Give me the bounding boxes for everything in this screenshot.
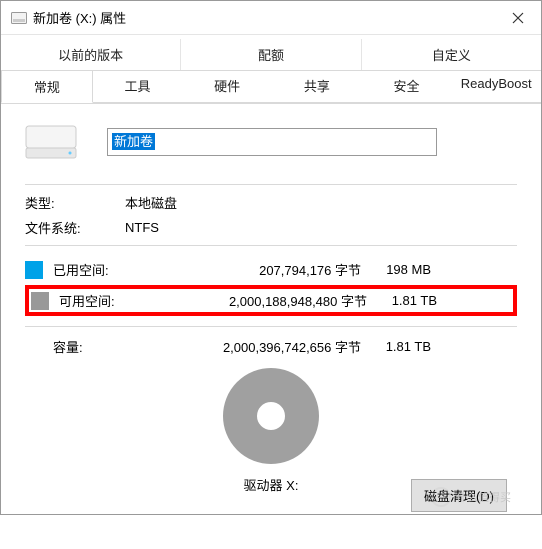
- capacity-human: 1.81 TB: [361, 339, 431, 354]
- tabs-row-1: 以前的版本 配额 自定义: [1, 39, 541, 71]
- pie-chart-area: 驱动器 X: 磁盘清理(D) 值 什么值得买: [25, 368, 517, 504]
- used-color-swatch: [25, 261, 43, 279]
- volume-name-input[interactable]: 新加卷: [107, 128, 437, 156]
- tabs: 以前的版本 配额 自定义 常规 工具 硬件 共享 安全 ReadyBoost: [1, 35, 541, 104]
- free-human: 1.81 TB: [367, 293, 437, 308]
- type-label: 类型:: [25, 193, 125, 212]
- window-title: 新加卷 (X:) 属性: [33, 8, 495, 27]
- capacity-bytes: 2,000,396,742,656 字节: [143, 337, 361, 356]
- tab-customize[interactable]: 自定义: [362, 39, 541, 70]
- drive-small-icon: [11, 10, 27, 26]
- tab-tools[interactable]: 工具: [93, 70, 183, 103]
- disk-usage-pie-icon: [223, 368, 319, 464]
- tab-hardware[interactable]: 硬件: [182, 70, 272, 103]
- volume-name-value: 新加卷: [112, 133, 155, 150]
- used-human: 198 MB: [361, 262, 431, 277]
- close-icon: [512, 12, 524, 24]
- drive-name-row: 新加卷: [25, 122, 517, 162]
- tab-sharing[interactable]: 共享: [272, 70, 362, 103]
- space-table: 已用空间: 207,794,176 字节 198 MB 可用空间: 2,000,…: [25, 254, 517, 316]
- free-color-swatch: [31, 292, 49, 310]
- type-value: 本地磁盘: [125, 193, 177, 212]
- capacity-label: 容量:: [53, 337, 143, 356]
- tab-content-general: 新加卷 类型: 本地磁盘 文件系统: NTFS 已用空间: 207,794,17…: [1, 104, 541, 514]
- divider: [25, 245, 517, 246]
- tab-general[interactable]: 常规: [1, 70, 93, 103]
- used-bytes: 207,794,176 字节: [143, 260, 361, 279]
- type-row: 类型: 本地磁盘: [25, 193, 517, 212]
- titlebar[interactable]: 新加卷 (X:) 属性: [1, 1, 541, 35]
- free-label: 可用空间:: [59, 291, 149, 310]
- tabs-row-2: 常规 工具 硬件 共享 安全 ReadyBoost: [1, 70, 541, 104]
- footer-row: 驱动器 X: 磁盘清理(D): [25, 464, 517, 504]
- divider: [25, 326, 517, 327]
- tab-security[interactable]: 安全: [362, 70, 452, 103]
- free-bytes: 2,000,188,948,480 字节: [149, 291, 367, 310]
- filesystem-value: NTFS: [125, 220, 159, 235]
- properties-dialog: 新加卷 (X:) 属性 以前的版本 配额 自定义 常规 工具 硬件 共享 安全 …: [0, 0, 542, 515]
- free-space-row: 可用空间: 2,000,188,948,480 字节 1.81 TB: [25, 285, 517, 316]
- used-space-row: 已用空间: 207,794,176 字节 198 MB: [25, 254, 517, 285]
- used-label: 已用空间:: [53, 260, 143, 279]
- divider: [25, 184, 517, 185]
- close-button[interactable]: [495, 1, 541, 35]
- disk-cleanup-button[interactable]: 磁盘清理(D): [411, 479, 507, 512]
- tab-quota[interactable]: 配额: [181, 39, 361, 70]
- tab-previous-versions[interactable]: 以前的版本: [1, 39, 181, 70]
- drive-icon: [25, 122, 77, 162]
- capacity-row: 容量: 2,000,396,742,656 字节 1.81 TB: [53, 335, 517, 358]
- tab-readyboost[interactable]: ReadyBoost: [451, 70, 541, 103]
- filesystem-label: 文件系统:: [25, 218, 125, 237]
- filesystem-row: 文件系统: NTFS: [25, 218, 517, 237]
